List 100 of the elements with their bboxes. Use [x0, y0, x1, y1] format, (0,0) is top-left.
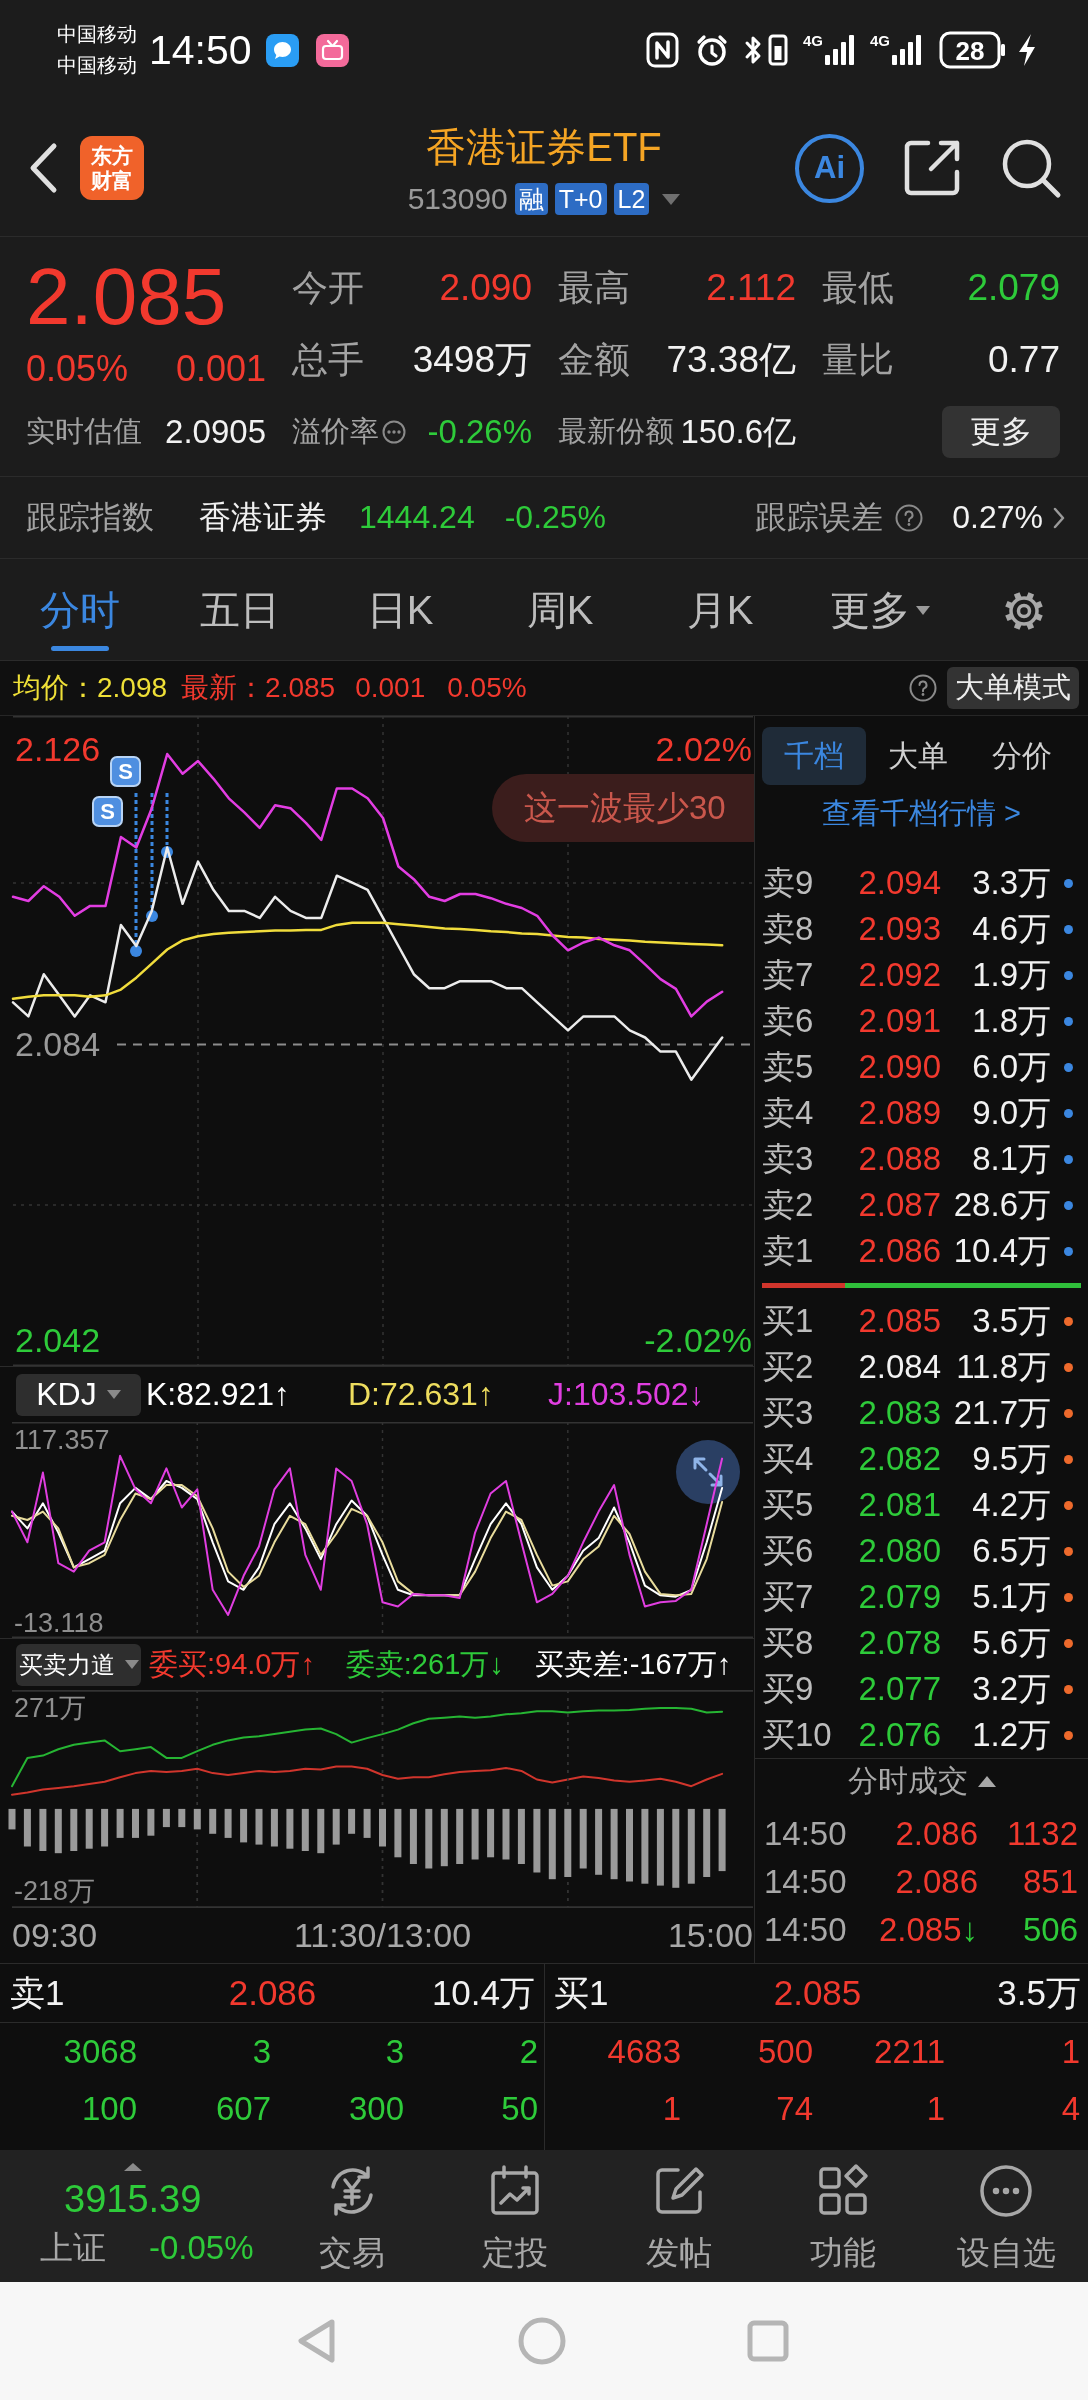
chart-tab[interactable]: 分时: [0, 559, 160, 660]
order-volume: 3.3万: [971, 862, 1051, 903]
chart-tab[interactable]: 日K: [320, 559, 480, 660]
nav-item[interactable]: 发帖: [597, 2150, 761, 2282]
order-size: 607: [214, 2089, 271, 2128]
tracking-error-value: 0.27%: [952, 499, 1043, 536]
ellipsis-icon: [978, 2163, 1035, 2219]
indicator-dropdown[interactable]: 买卖力道: [16, 1643, 141, 1686]
order-size: 2: [518, 2032, 538, 2071]
order-price: 2.093: [857, 910, 941, 948]
dot-icon: [1064, 1154, 1073, 1164]
stat-value: 3498万: [412, 338, 532, 382]
tv-app-icon: [315, 33, 349, 67]
chart-tab[interactable]: 月K: [640, 559, 800, 660]
more-button[interactable]: 更多: [942, 406, 1060, 458]
expand-icon[interactable]: [676, 1440, 740, 1504]
nav-item[interactable]: 交易: [270, 2150, 434, 2282]
axis-label: 2.02%: [655, 730, 752, 768]
order-volume: 10.4万: [952, 1230, 1051, 1271]
indicator-reading: D:72.631↑: [348, 1376, 495, 1413]
change-amount: 0.001: [175, 347, 266, 391]
order-level: 卖5: [762, 1046, 815, 1087]
order-size: 3: [251, 2032, 271, 2071]
trades-title[interactable]: 分时成交: [847, 1761, 968, 1802]
latest-label: 最新：: [181, 671, 266, 705]
order-level: 买2: [762, 1346, 815, 1387]
indicator-reading: 委卖:261万↓: [345, 1646, 505, 1682]
chart-tab[interactable]: 更多: [800, 559, 960, 660]
level-label: 买1: [554, 1971, 610, 2014]
stat-value: 2.0905: [165, 413, 266, 451]
order-price: 2.085: [857, 1302, 941, 1340]
caret-icon[interactable]: [124, 2163, 142, 2171]
order-size: 3068: [62, 2032, 137, 2071]
ai-button[interactable]: Ai: [795, 133, 864, 203]
index-value: 1444.24: [359, 499, 475, 536]
dot-icon: [1064, 1500, 1073, 1510]
order-level: 买10: [762, 1714, 833, 1755]
order-volume: 5.1万: [971, 1576, 1051, 1617]
level-price: 2.086: [228, 1973, 317, 2013]
stat-value: 2.112: [706, 267, 796, 309]
level-label: 卖1: [10, 1971, 66, 2014]
book-tab[interactable]: 分价: [970, 727, 1074, 785]
order-level: 买3: [762, 1392, 815, 1433]
dot-icon: [1064, 1684, 1073, 1694]
stat-value: 2.079: [967, 267, 1060, 309]
latest-change: 0.001: [355, 672, 426, 704]
nav-item[interactable]: 定投: [433, 2150, 598, 2282]
order-level: 卖2: [762, 1184, 815, 1225]
depth-link[interactable]: 查看千档行情 >: [822, 794, 1021, 834]
change-percent: 0.05%: [26, 347, 129, 391]
phone-icon: [766, 34, 789, 66]
chevron-icon[interactable]: [1053, 506, 1065, 529]
order-price: 2.088: [857, 1140, 941, 1178]
carrier-name: 中国移动: [57, 22, 137, 47]
indicator-dropdown[interactable]: KDJ: [16, 1373, 141, 1416]
signal-icon: [823, 33, 857, 67]
dot-icon: [1064, 1638, 1073, 1648]
dot-icon: [1064, 970, 1073, 980]
help-icon[interactable]: [895, 503, 924, 532]
search-icon[interactable]: [1000, 137, 1062, 199]
order-size: 500: [756, 2032, 813, 2071]
level-volume: 10.4万: [430, 1971, 535, 2014]
battery-indicator: 28: [939, 31, 1007, 69]
dot-icon: [1064, 1592, 1073, 1602]
trade-price: 2.086: [895, 1815, 978, 1853]
caret-icon[interactable]: [977, 1776, 996, 1787]
nav-item[interactable]: 功能: [760, 2150, 925, 2282]
order-price: 2.090: [857, 1048, 941, 1086]
tracking-label: 跟踪指数: [26, 497, 154, 537]
order-level: 卖7: [762, 954, 815, 995]
caret-icon[interactable]: [662, 193, 681, 205]
share-icon[interactable]: [902, 138, 962, 198]
stat-label: 总手: [292, 337, 364, 382]
order-size: 1: [661, 2089, 681, 2128]
mode-button[interactable]: 大单模式: [947, 667, 1079, 709]
nav-item[interactable]: 设自选: [924, 2150, 1088, 2282]
order-level: 卖6: [762, 1000, 815, 1041]
book-tab[interactable]: 千档: [762, 727, 866, 785]
book-tab[interactable]: 大单: [866, 727, 970, 785]
dot-icon: [1064, 1246, 1073, 1256]
index-change: -0.25%: [504, 499, 607, 536]
order-price: 2.076: [857, 1716, 941, 1754]
order-volume: 3.2万: [971, 1668, 1051, 1709]
help-icon[interactable]: [909, 674, 937, 702]
stat-value: 73.38亿: [666, 338, 796, 382]
order-size: 74: [775, 2089, 813, 2128]
indicator-reading: J:103.502↓: [548, 1376, 706, 1413]
promo-banner[interactable]: 这一波最少30: [492, 774, 754, 842]
dot-icon: [1064, 1362, 1073, 1372]
ellipsis-icon[interactable]: [382, 420, 406, 444]
chart-tab[interactable]: 周K: [480, 559, 640, 660]
dot-icon: [1064, 1108, 1073, 1118]
order-size: 4683: [606, 2032, 681, 2071]
trade-price: 2.085: [878, 1911, 962, 1949]
trade-time: 14:50: [764, 1815, 848, 1853]
order-price: 2.083: [857, 1394, 941, 1432]
stat-value: -0.26%: [427, 413, 532, 451]
order-level: 卖9: [762, 862, 815, 903]
trade-time: 14:50: [764, 1863, 848, 1901]
chart-tab[interactable]: 五日: [160, 559, 320, 660]
